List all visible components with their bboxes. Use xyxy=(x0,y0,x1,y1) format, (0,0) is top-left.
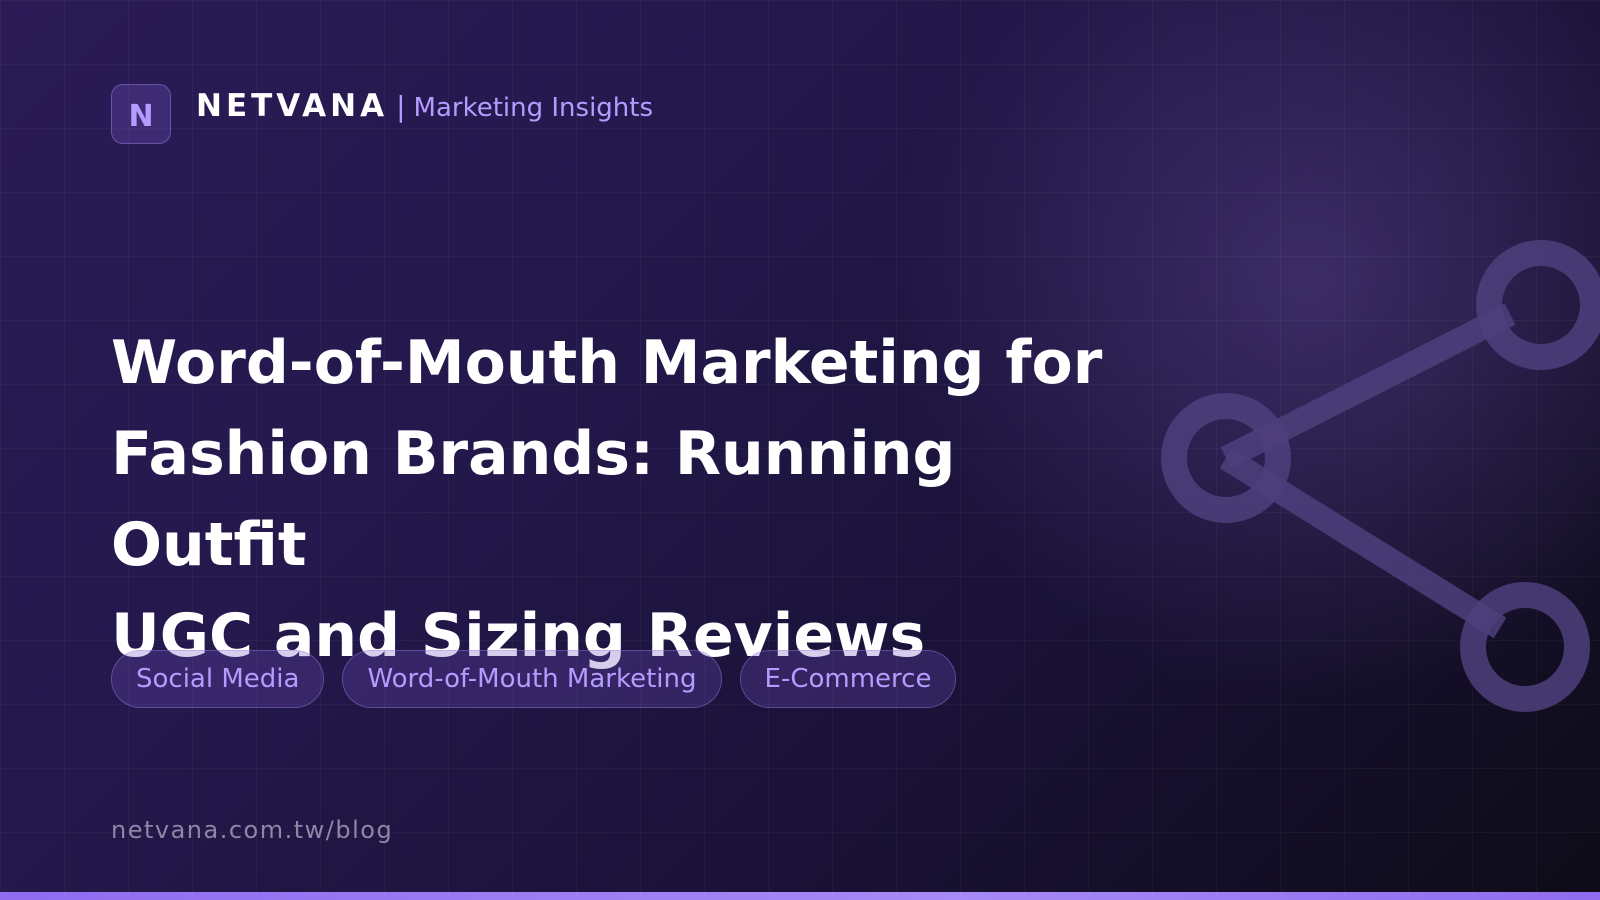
logo-letter: N xyxy=(128,98,154,134)
brand-subtitle: Marketing Insights xyxy=(413,93,654,123)
tag-social-media[interactable]: Social Media xyxy=(111,650,325,708)
page-title: Word-of-Mouth Marketing for Fashion Bran… xyxy=(111,318,1161,682)
tag-word-of-mouth-marketing[interactable]: Word-of-Mouth Marketing xyxy=(342,650,722,708)
brand-logo: N xyxy=(111,84,171,144)
brand-name: NETVANA xyxy=(196,88,389,124)
blog-url: netvana.com.tw/blog xyxy=(111,816,394,844)
title-line: Fashion Brands: Running Outfit xyxy=(111,419,956,580)
title-line: Word-of-Mouth Marketing for xyxy=(111,328,1103,398)
share-network-icon xyxy=(1161,240,1600,712)
tag-e-commerce[interactable]: E-Commerce xyxy=(739,650,957,708)
tag-list: Social Media Word-of-Mouth Marketing E-C… xyxy=(111,650,957,708)
brand-header: NETVANA | Marketing Insights xyxy=(196,88,653,124)
bottom-accent-bar xyxy=(0,892,1600,900)
brand-separator: | xyxy=(396,90,406,123)
